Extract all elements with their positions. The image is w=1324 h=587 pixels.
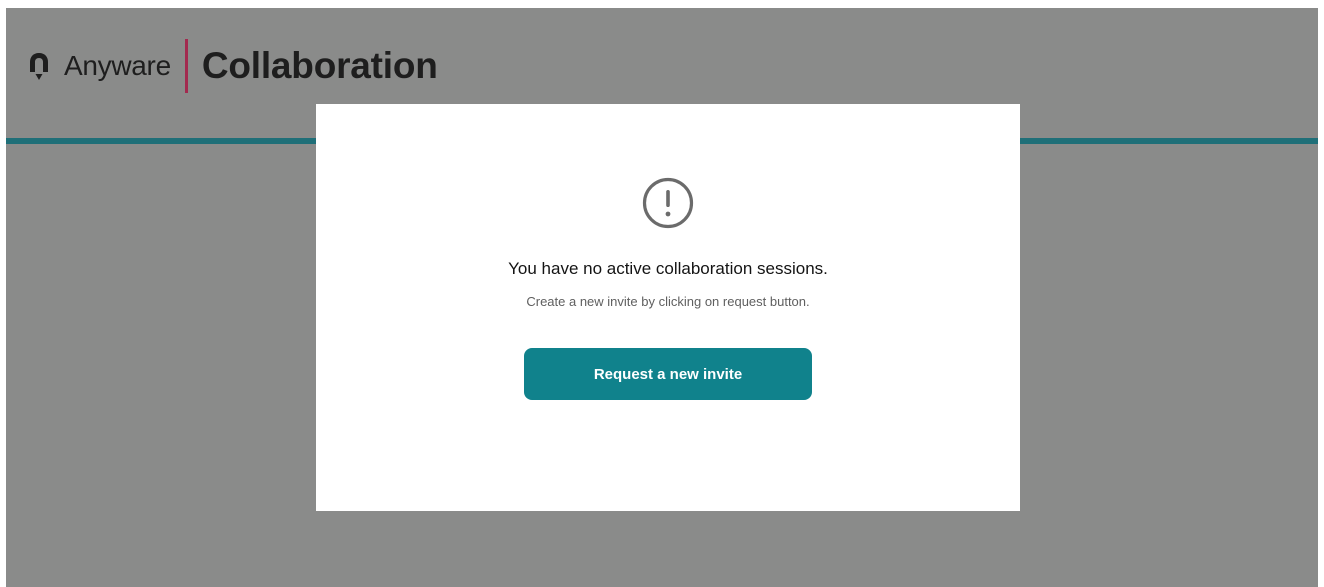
alert-circle-icon xyxy=(642,177,694,229)
page-title: Collaboration xyxy=(201,45,438,86)
anyware-logo-icon xyxy=(28,51,50,81)
brand-divider xyxy=(184,39,188,93)
brand: Anyware Collaboration xyxy=(28,39,438,93)
dialog-subtitle: Create a new invite by clicking on reque… xyxy=(526,294,810,309)
dialog-title: You have no active collaboration session… xyxy=(508,259,828,278)
page-backdrop: Anyware Collaboration You have no active… xyxy=(6,8,1318,587)
no-sessions-dialog: You have no active collaboration session… xyxy=(316,104,1020,511)
request-invite-button[interactable]: Request a new invite xyxy=(524,348,812,400)
brand-name: Anyware xyxy=(64,50,171,81)
